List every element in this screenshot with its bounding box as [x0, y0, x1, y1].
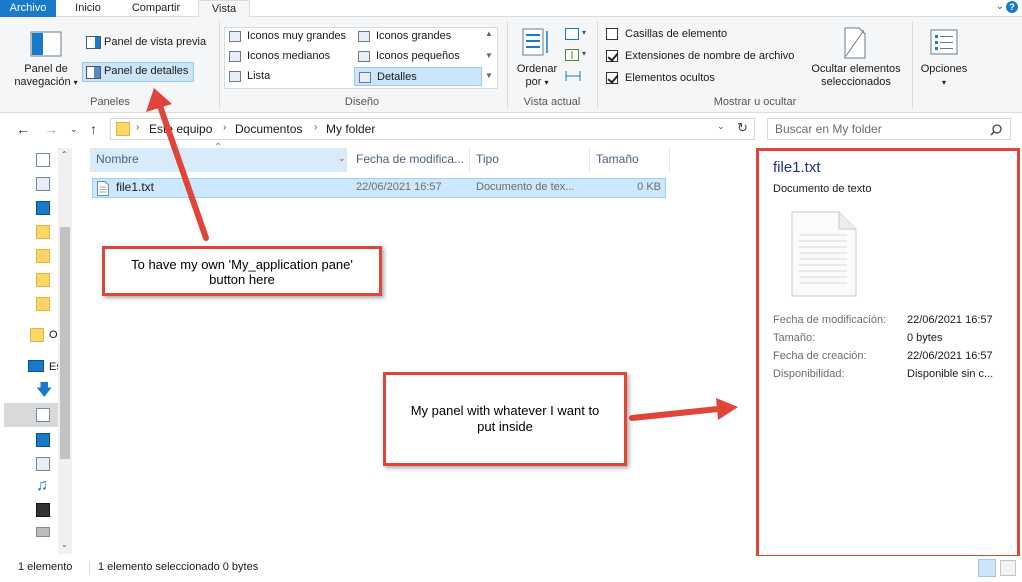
large-icons-view-icon[interactable] — [1000, 560, 1016, 576]
annotation-note-button: To have my own 'My_application pane' but… — [102, 246, 382, 296]
annotation-arrow-1 — [157, 103, 209, 241]
annotation-note-panel: My panel with whatever I want to put ins… — [383, 372, 627, 466]
status-separator — [89, 561, 90, 575]
status-item-count: 1 elemento — [18, 561, 73, 573]
status-selection: 1 elemento seleccionado 0 bytes — [98, 561, 259, 573]
status-bar: 1 elemento 1 elemento seleccionado 0 byt… — [0, 556, 1022, 582]
annotation-arrow-2 — [629, 406, 721, 421]
details-view-icon[interactable] — [978, 559, 996, 577]
annotation-arrowhead-2 — [716, 398, 738, 420]
